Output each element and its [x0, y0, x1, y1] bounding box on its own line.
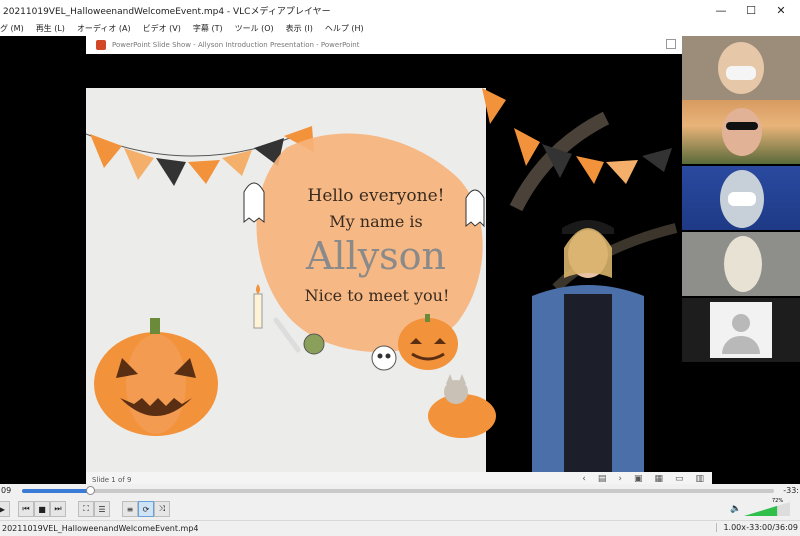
volume-control[interactable]: 🔈 72% — [730, 498, 790, 516]
seek-progress — [22, 489, 90, 493]
menu-view[interactable]: 表示 (I) — [280, 23, 319, 34]
vlc-player-window: 20211019VEL_HalloweenandWelcomeEvent.mp4… — [0, 0, 800, 536]
statusbar: 20211019VEL_HalloweenandWelcomeEvent.mp4… — [0, 520, 800, 536]
menu-tools[interactable]: ツール (O) — [229, 23, 280, 34]
close-button[interactable]: ✕ — [766, 0, 796, 20]
filename: 20211019VEL_HalloweenandWelcomeEvent.mp4 — [2, 524, 199, 533]
menu-bar: グ (M) 再生 (L) オーディオ (A) ビデオ (V) 字幕 (T) ツー… — [0, 20, 800, 36]
ghost-icon — [243, 182, 265, 224]
participant-tile[interactable] — [682, 166, 800, 230]
remaining-time: -33: — [783, 486, 799, 495]
jack-o-lantern-icon — [94, 318, 218, 436]
slide: Hello everyone! My name is Allyson Nice … — [86, 88, 712, 474]
maximize-button[interactable]: ☐ — [736, 0, 766, 20]
normal-view-icon[interactable]: ▣ — [634, 474, 643, 484]
cat-pumpkin-icon — [428, 374, 496, 438]
speaker-icon[interactable]: 🔈 — [730, 504, 741, 514]
slide-menu-icon[interactable]: ▤ — [598, 474, 607, 484]
slide-closing: Nice to meet you! — [304, 286, 450, 305]
minimize-button[interactable]: — — [706, 0, 736, 20]
powerpoint-icon — [96, 40, 106, 50]
playback-speed[interactable]: 1.00x — [716, 523, 746, 532]
seek-handle[interactable] — [85, 486, 95, 495]
seek-slider[interactable] — [22, 486, 774, 495]
next-slide-button[interactable]: › — [618, 474, 622, 484]
prev-slide-button[interactable]: ‹ — [582, 474, 586, 484]
next-icon[interactable]: ⏭ — [50, 501, 66, 517]
slide-greeting: Hello everyone! — [307, 186, 445, 206]
stop-icon[interactable]: ■ — [34, 501, 50, 517]
avatar-icon — [732, 314, 750, 332]
participant-tile[interactable] — [682, 298, 800, 362]
participant-tile[interactable] — [682, 232, 800, 296]
loop-icon[interactable]: ⟳ — [138, 501, 154, 517]
skull-icon — [371, 345, 397, 371]
extended-settings-icon[interactable]: ☰ — [94, 501, 110, 517]
window-titlebar: 20211019VEL_HalloweenandWelcomeEvent.mp4… — [0, 0, 800, 20]
volume-label: 72% — [772, 498, 784, 504]
menu-audio[interactable]: オーディオ (A) — [71, 23, 137, 34]
presenter-photo — [509, 111, 678, 474]
playback-controls: ▶ ⏮ ■ ⏭ ⛶ ☰ ≡ ⟳ ⤨ 🔈 72% — [0, 498, 800, 520]
slide-counter: Slide 1 of 9 — [92, 475, 132, 484]
shuffle-icon[interactable]: ⤨ — [154, 501, 170, 517]
menu-help[interactable]: ヘルプ (H) — [319, 23, 370, 34]
slideshow-view-icon[interactable]: ▥ — [695, 474, 704, 484]
ghost-icon — [465, 189, 485, 228]
slide-artwork — [86, 88, 678, 474]
candle-icon — [253, 293, 263, 329]
slide-name-intro: My name is — [329, 212, 423, 231]
menu-subtitle[interactable]: 字幕 (T) — [187, 23, 229, 34]
window-title: 20211019VEL_HalloweenandWelcomeEvent.mp4… — [3, 6, 331, 17]
slide-sorter-icon[interactable]: ▦ — [654, 474, 663, 484]
menu-media[interactable]: グ (M) — [0, 23, 30, 34]
seekbar-row: 09 -33: — [0, 484, 800, 498]
ppt-slideshow-window: PowerPoint Slide Show - Allyson Introduc… — [86, 36, 712, 487]
ppt-title: PowerPoint Slide Show - Allyson Introduc… — [112, 41, 360, 49]
menu-playback[interactable]: 再生 (L) — [30, 23, 71, 34]
ppt-titlebar: PowerPoint Slide Show - Allyson Introduc… — [86, 36, 684, 54]
slide-name: Allyson — [305, 234, 447, 278]
playlist-icon[interactable]: ≡ — [122, 501, 138, 517]
participant-tile[interactable] — [682, 100, 800, 164]
avatar — [710, 302, 772, 358]
elapsed-time: 09 — [1, 486, 12, 495]
reading-view-icon[interactable]: ▭ — [675, 474, 684, 484]
time-display[interactable]: -33:00/36:09 — [746, 523, 798, 532]
fullscreen-icon[interactable]: ⛶ — [78, 501, 94, 517]
play-button[interactable]: ▶ — [0, 501, 10, 517]
previous-icon[interactable]: ⏮ — [18, 501, 34, 517]
potion-icon — [303, 333, 325, 355]
participant-tile[interactable] — [682, 36, 800, 100]
menu-video[interactable]: ビデオ (V) — [137, 23, 187, 34]
ppt-window-icon — [666, 39, 676, 49]
